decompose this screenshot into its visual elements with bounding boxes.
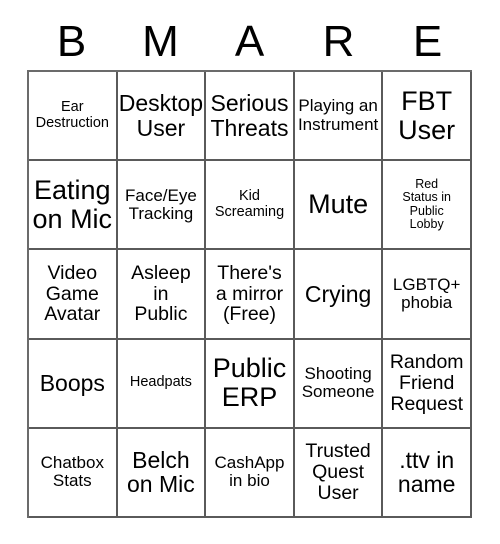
bingo-header-letter-4: E bbox=[412, 17, 443, 66]
bingo-cell[interactable]: There's a mirror (Free) bbox=[206, 250, 295, 340]
bingo-cell[interactable]: Crying bbox=[294, 250, 384, 340]
bingo-grid: Ear Destruction Desktop User Serious Threa… bbox=[27, 70, 472, 518]
bingo-cell[interactable]: FBT User bbox=[383, 72, 472, 162]
bingo-cell[interactable]: Public ERP bbox=[206, 339, 295, 429]
bingo-cell-label: Face/Eye Tracking bbox=[124, 185, 197, 223]
bingo-cell[interactable]: CashApp in bio bbox=[206, 428, 295, 518]
bingo-cell[interactable]: Kid Screaming bbox=[206, 161, 295, 251]
bingo-cell-label: Kid Screaming bbox=[214, 188, 285, 220]
bingo-cell[interactable]: Belch on Mic bbox=[117, 428, 207, 518]
bingo-cell[interactable]: Headpats bbox=[117, 339, 207, 429]
bingo-cell[interactable]: Desktop User bbox=[117, 72, 207, 162]
bingo-cell-label: FBT User bbox=[398, 85, 456, 145]
bingo-cell[interactable]: Trusted Quest User bbox=[294, 428, 384, 518]
bingo-cell[interactable]: Eating on Mic bbox=[29, 161, 118, 251]
bingo-cell[interactable]: Red Status in Public Lobby bbox=[383, 161, 472, 251]
bingo-cell-label: Playing an Instrument bbox=[297, 96, 379, 134]
bingo-cell-label: LGBTQ+ phobia bbox=[392, 274, 461, 312]
bingo-cell[interactable]: Video Game Avatar bbox=[29, 250, 118, 340]
bingo-header-letter-1: M bbox=[142, 17, 179, 66]
bingo-cell[interactable]: Chatbox Stats bbox=[29, 428, 118, 518]
bingo-header-letter-0: B bbox=[56, 17, 87, 66]
bingo-cell[interactable]: Shooting Someone bbox=[294, 339, 384, 429]
bingo-cell-label: Chatbox Stats bbox=[40, 453, 104, 491]
bingo-cell-label: Serious Threats bbox=[210, 89, 289, 141]
bingo-cell[interactable]: Serious Threats bbox=[206, 72, 295, 162]
bingo-cell-label: Red Status in Public Lobby bbox=[402, 177, 451, 232]
bingo-cell-label: Crying bbox=[304, 280, 372, 307]
bingo-cell[interactable]: LGBTQ+ phobia bbox=[383, 250, 472, 340]
bingo-cell-label: CashApp in bio bbox=[214, 453, 285, 491]
bingo-cell-label: Desktop User bbox=[118, 89, 204, 141]
bingo-cell-label: There's a mirror (Free) bbox=[215, 261, 284, 326]
bingo-cell[interactable]: Boops bbox=[29, 339, 118, 429]
bingo-header: BMARE bbox=[27, 14, 472, 70]
bingo-cell-label: Shooting Someone bbox=[301, 364, 375, 402]
bingo-cell-label: Asleep in Public bbox=[131, 261, 191, 326]
bingo-cell[interactable]: Face/Eye Tracking bbox=[117, 161, 207, 251]
bingo-cell[interactable]: Ear Destruction bbox=[29, 72, 118, 162]
bingo-cell-label: .ttv in name bbox=[397, 446, 456, 498]
bingo-cell[interactable]: Asleep in Public bbox=[117, 250, 207, 340]
bingo-cell-label: Trusted Quest User bbox=[305, 440, 371, 504]
bingo-cell-label: Headpats bbox=[129, 374, 192, 391]
bingo-cell[interactable]: .ttv in name bbox=[383, 428, 472, 518]
bingo-cell-label: Video Game Avatar bbox=[44, 261, 101, 326]
bingo-cell-label: Random Friend Request bbox=[389, 350, 464, 415]
bingo-header-letter-2: A bbox=[234, 17, 265, 66]
bingo-cell-label: Eating on Mic bbox=[32, 174, 113, 234]
bingo-cell[interactable]: Random Friend Request bbox=[383, 339, 472, 429]
bingo-cell[interactable]: Mute bbox=[294, 161, 384, 251]
bingo-cell[interactable]: Playing an Instrument bbox=[294, 72, 384, 162]
bingo-header-letter-3: R bbox=[322, 17, 355, 66]
bingo-cell-label: Ear Destruction bbox=[35, 99, 109, 131]
bingo-cell-label: Public ERP bbox=[212, 353, 287, 413]
bingo-card: B M A R E Ear Destruction Desktop User Serious… bbox=[0, 0, 500, 544]
bingo-cell-label: Mute bbox=[308, 189, 369, 220]
bingo-cell-label: Boops bbox=[39, 369, 105, 396]
bingo-cell-label: Belch on Mic bbox=[127, 446, 195, 498]
